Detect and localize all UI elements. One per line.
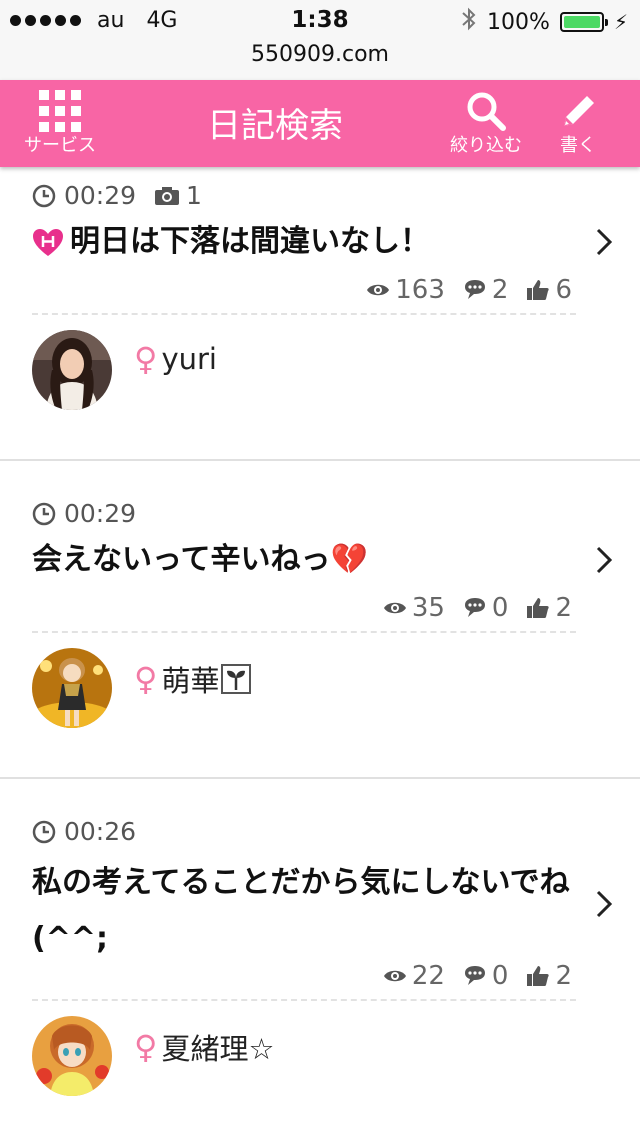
user-name: 萌華 xyxy=(161,664,220,698)
post-time: 00:26 xyxy=(64,817,137,846)
post-meta: 00:29 xyxy=(32,499,136,528)
eye-icon xyxy=(383,970,406,982)
like-count: 2 xyxy=(555,961,572,991)
user-name: 夏緒理☆ xyxy=(161,1032,275,1066)
view-count: 163 xyxy=(395,275,445,305)
services-label: サービス xyxy=(24,135,96,156)
diary-post[interactable]: 00:29 1 明日は下落は間違いなし！ 163 2 6 ♀ yuri xyxy=(0,167,640,459)
user-name: yuri xyxy=(161,342,217,376)
heart-h-icon xyxy=(33,228,63,256)
post-title-row: 明日は下落は間違いなし！ xyxy=(32,217,572,267)
post-author[interactable]: ♀ 夏緒理☆ xyxy=(32,1016,274,1096)
post-title: 私の考えてることだから気にしないでね(^^; xyxy=(32,865,570,956)
post-author[interactable]: ♀ 萌華 xyxy=(32,648,252,728)
comment-icon xyxy=(464,966,485,985)
avatar[interactable] xyxy=(32,648,112,728)
female-icon: ♀ xyxy=(134,1028,158,1066)
post-meta: 00:29 1 xyxy=(32,181,202,210)
comment-count: 0 xyxy=(491,961,509,991)
chevron-right-icon xyxy=(596,890,613,918)
avatar[interactable] xyxy=(32,1016,112,1096)
page-title: 日記検索 xyxy=(207,106,343,146)
search-icon xyxy=(467,92,506,131)
view-count: 22 xyxy=(411,961,445,991)
comment-icon xyxy=(464,280,485,299)
clock-icon xyxy=(32,820,56,843)
url-bar[interactable]: 550909.com xyxy=(0,40,640,81)
filter-label: 絞り込む xyxy=(450,135,522,156)
post-title: 会えないって辛いねっ💔 xyxy=(32,542,368,577)
post-author[interactable]: ♀ yuri xyxy=(32,330,217,410)
avatar[interactable] xyxy=(32,330,112,410)
battery-icon xyxy=(559,12,608,32)
thumbs-up-icon xyxy=(527,598,550,618)
post-stats: 163 2 6 xyxy=(348,275,572,305)
comment-count: 2 xyxy=(491,275,509,305)
post-stats: 35 0 2 xyxy=(365,593,572,623)
post-title: 明日は下落は間違いなし！ xyxy=(70,224,430,259)
camera-icon xyxy=(155,186,180,205)
url-text: 550909.com xyxy=(251,42,389,67)
services-button[interactable]: サービス xyxy=(14,80,106,167)
post-time: 00:29 xyxy=(64,499,137,528)
filter-button[interactable]: 絞り込む xyxy=(440,80,532,167)
app-header: サービス 日記検索 絞り込む 書く xyxy=(0,80,640,167)
eye-icon xyxy=(367,284,390,296)
charging-icon: ⚡ xyxy=(613,10,628,34)
grid-icon xyxy=(39,90,81,132)
clock-icon xyxy=(32,184,56,207)
write-label: 書く xyxy=(560,135,596,156)
chevron-right-icon xyxy=(596,228,613,256)
battery-percent: 100% xyxy=(487,9,550,35)
female-icon: ♀ xyxy=(134,340,158,378)
divider xyxy=(32,999,576,1001)
diary-post[interactable]: 00:26 私の考えてることだから気にしないでね(^^; 22 0 2 ♀ 夏緒理… xyxy=(0,779,640,1136)
clock-icon xyxy=(32,502,56,525)
post-meta: 00:26 xyxy=(32,817,136,846)
diary-post[interactable]: 00:29 会えないって辛いねっ💔 35 0 2 ♀ 萌華 xyxy=(0,461,640,777)
sprout-icon xyxy=(221,664,252,694)
comment-icon xyxy=(464,598,485,617)
like-count: 6 xyxy=(555,275,572,305)
comment-count: 0 xyxy=(491,593,509,623)
bluetooth-icon xyxy=(461,7,477,37)
divider xyxy=(32,313,576,315)
post-time: 00:29 xyxy=(64,181,137,210)
view-count: 35 xyxy=(411,593,445,623)
photo-count: 1 xyxy=(186,181,202,210)
status-bar: au 4G 1:38 100% ⚡ xyxy=(0,0,640,40)
like-count: 2 xyxy=(555,593,572,623)
thumbs-up-icon xyxy=(527,280,550,300)
thumbs-up-icon xyxy=(527,966,550,986)
divider xyxy=(32,631,576,633)
post-stats: 22 0 2 xyxy=(365,961,572,991)
chevron-right-icon xyxy=(596,546,613,574)
write-button[interactable]: 書く xyxy=(535,80,621,167)
female-icon: ♀ xyxy=(134,660,158,698)
pencil-icon xyxy=(564,96,594,126)
eye-icon xyxy=(383,602,406,614)
